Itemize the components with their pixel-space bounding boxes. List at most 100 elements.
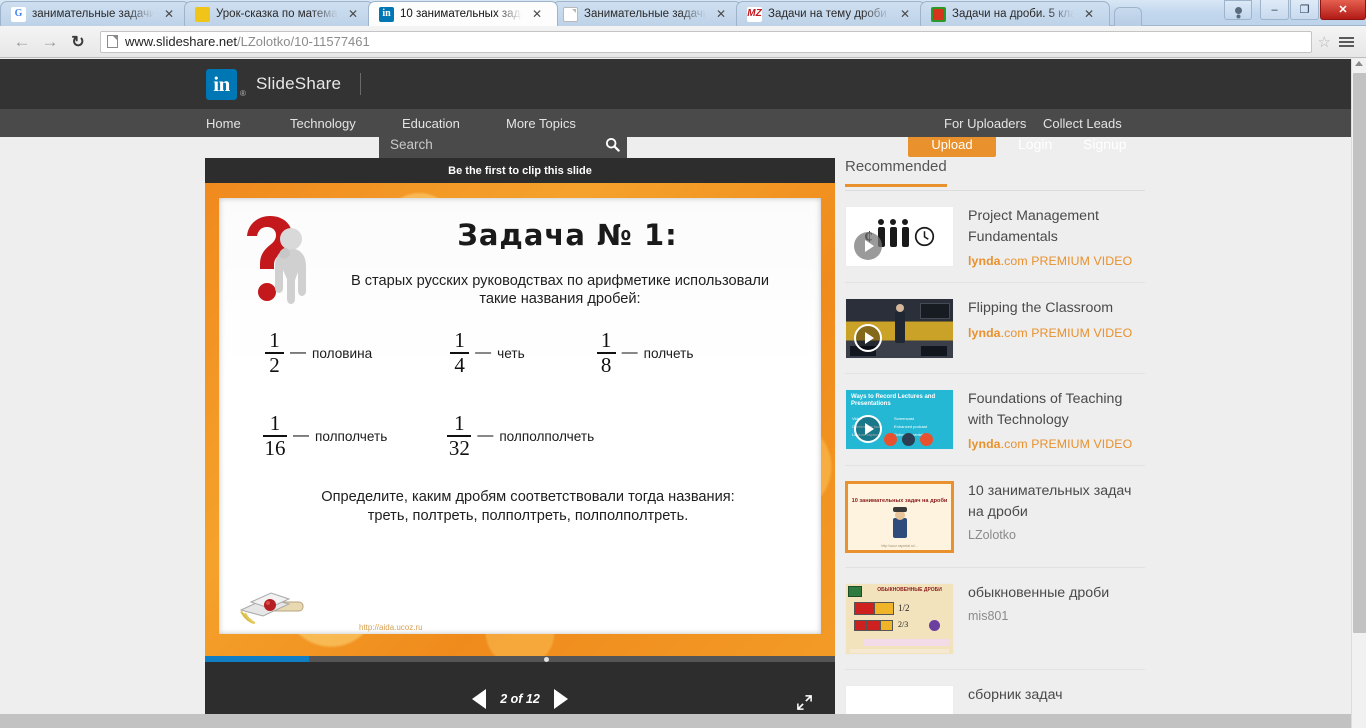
maximize-button[interactable]: ❐ xyxy=(1290,0,1319,20)
browser-tab[interactable]: Занимательные задачи п ✕ xyxy=(552,1,742,26)
list-item-title[interactable]: сборник задач xyxy=(968,685,1145,706)
fraction-denominator: 2 xyxy=(269,352,280,377)
minimize-button[interactable]: – xyxy=(1260,0,1289,20)
nav-item-technology[interactable]: Technology xyxy=(290,116,356,131)
reload-icon[interactable]: ↻ xyxy=(64,29,92,55)
fraction-name: четь xyxy=(497,345,525,361)
dash: — xyxy=(293,427,309,445)
previous-slide-icon[interactable] xyxy=(472,689,487,709)
play-icon[interactable] xyxy=(854,415,882,444)
slide-viewport[interactable]: Задача № 1: В старых русских руководства… xyxy=(205,183,835,656)
thumb-fraction: 2/3 xyxy=(898,620,909,630)
browser-tab-active[interactable]: in 10 занимательных задач ✕ xyxy=(368,1,558,26)
linkedin-logo-icon[interactable]: in xyxy=(206,69,237,100)
slide-background: Задача № 1: В старых русских руководства… xyxy=(205,183,835,656)
tab-close-icon[interactable]: ✕ xyxy=(898,7,912,21)
fraction-name: полполполчеть xyxy=(499,428,595,444)
slideshare-nav: Home Technology Education More Topics Fo… xyxy=(0,109,1351,137)
page-scrollbar[interactable] xyxy=(1351,59,1366,728)
login-link[interactable]: Login xyxy=(1018,136,1052,152)
list-item[interactable]: 10 занимательных задач на дроби http://u… xyxy=(845,466,1145,569)
list-item-title[interactable]: Foundations of Teaching with Technology xyxy=(968,389,1145,430)
play-icon[interactable] xyxy=(854,324,882,353)
back-icon[interactable]: ← xyxy=(8,29,36,55)
shield-icon xyxy=(931,6,946,22)
horizontal-scroll-area[interactable] xyxy=(0,714,1351,728)
scroll-up-icon[interactable] xyxy=(1355,61,1363,66)
list-item-title[interactable]: 10 занимательных задач на дроби xyxy=(968,481,1145,522)
window-close-button[interactable]: ✕ xyxy=(1320,0,1366,20)
thumb-headline: ОБЫКНОВЕННЫЕ ДРОБИ xyxy=(877,587,942,594)
play-icon[interactable] xyxy=(854,232,882,260)
fraction-numerator: 1 xyxy=(454,411,465,435)
search-icon[interactable] xyxy=(597,137,627,152)
list-item-title[interactable]: обыкновенные дроби xyxy=(968,583,1145,604)
mic-icon xyxy=(884,433,897,447)
list-item[interactable]: ОБЫКНОВЕННЫЕ ДРОБИ 1/2 2/3 обыкновенные … xyxy=(845,568,1145,671)
common-fractions-thumbnail[interactable]: ОБЫКНОВЕННЫЕ ДРОБИ 1/2 2/3 xyxy=(845,583,954,656)
dash: — xyxy=(475,344,492,362)
bookmark-star-icon[interactable]: ☆ xyxy=(1318,33,1331,51)
thumb-url: http://ucoz.nsportal.ru/... xyxy=(881,544,918,549)
scrollbar-thumb[interactable] xyxy=(1353,73,1366,633)
tab-close-icon[interactable]: ✕ xyxy=(1082,7,1096,21)
browser-tab[interactable]: MZ Задачи на тему дроби ма ✕ xyxy=(736,1,926,26)
fraction-denominator: 16 xyxy=(264,435,286,460)
search-input[interactable] xyxy=(379,136,597,152)
clip-slide-banner[interactable]: Be the first to clip this slide xyxy=(205,158,835,183)
nav-item-home[interactable]: Home xyxy=(206,116,241,131)
url-domain: www.slideshare.net xyxy=(125,34,237,49)
fraction: 1 4 xyxy=(450,328,470,376)
thumb-headline: 10 занимательных задач на дроби xyxy=(851,498,948,505)
nav-item-for-uploaders[interactable]: For Uploaders xyxy=(944,116,1026,131)
list-item-title[interactable]: Project Management Fundamentals xyxy=(968,206,1145,247)
list-item-author[interactable]: LZolotko xyxy=(968,528,1145,542)
slide-player: Be the first to clip this slide Задача №… xyxy=(205,158,835,728)
nav-item-collect-leads[interactable]: Collect Leads xyxy=(1043,116,1122,131)
document-icon xyxy=(563,6,578,22)
browser-tab[interactable]: G занимательные задачи н ✕ xyxy=(0,1,190,26)
address-bar[interactable]: www.slideshare.net/LZolotko/10-11577461 xyxy=(100,30,1312,53)
list-item-author[interactable]: mis801 xyxy=(968,609,1145,623)
header-divider xyxy=(360,73,361,95)
fraction-name: полчеть xyxy=(643,345,694,361)
slideshare-wordmark[interactable]: SlideShare xyxy=(256,74,341,94)
thumb-bullet: Screencast xyxy=(894,416,915,422)
signup-link[interactable]: Signup xyxy=(1083,136,1127,152)
project-management-thumbnail[interactable]: ¢ xyxy=(845,206,954,267)
chalkboard-icon xyxy=(848,586,862,598)
new-tab-button[interactable] xyxy=(1114,7,1142,26)
forward-icon[interactable]: → xyxy=(36,29,64,55)
tab-title: Занимательные задачи п xyxy=(584,8,706,20)
fraction-row-2: 1 16 — полполчеть 1 32 — полполполчеть xyxy=(219,411,821,460)
list-item-title[interactable]: Flipping the Classroom xyxy=(968,298,1145,319)
tab-close-icon[interactable]: ✕ xyxy=(346,7,360,21)
flipping-classroom-thumbnail[interactable] xyxy=(845,298,954,360)
nav-item-more-topics[interactable]: More Topics xyxy=(506,116,576,131)
lynda-suffix: .com PREMIUM VIDEO xyxy=(1000,325,1133,340)
next-slide-icon[interactable] xyxy=(553,689,568,709)
tab-close-icon[interactable]: ✕ xyxy=(162,7,176,21)
tab-recommended[interactable]: Recommended xyxy=(845,158,947,187)
slide-intro-line2: такие названия дробей: xyxy=(479,290,641,307)
fraction-numerator: 1 xyxy=(269,328,280,352)
list-item[interactable]: Flipping the Classroom lynda.com PREMIUM… xyxy=(845,283,1145,375)
browser-tab[interactable]: Задачи на дроби. 5 класс ✕ xyxy=(920,1,1110,26)
list-item[interactable]: ¢ Project Management Fundamentals lynda.… xyxy=(845,191,1145,284)
tab-close-icon[interactable]: ✕ xyxy=(714,7,728,21)
user-profile-icon[interactable] xyxy=(1224,0,1252,20)
tab-title: Задачи на тему дроби ма xyxy=(768,8,890,20)
nav-item-education[interactable]: Education xyxy=(402,116,460,131)
lynda-brand: lynda xyxy=(968,325,1001,340)
slide-footer-url: http://aida.ucoz.ru xyxy=(359,623,423,632)
thumb-fraction: 1/2 xyxy=(898,603,910,614)
menu-icon[interactable] xyxy=(1339,36,1354,47)
ways-to-record-lectures-thumbnail[interactable]: Ways to Record Lectures and Presentation… xyxy=(845,389,954,451)
tab-close-icon[interactable]: ✕ xyxy=(530,7,544,21)
10-tasks-fractions-thumbnail[interactable]: 10 занимательных задач на дроби http://u… xyxy=(845,481,954,554)
fraction-numerator: 1 xyxy=(454,328,465,352)
lynda-suffix: .com PREMIUM VIDEO xyxy=(1000,437,1133,452)
fullscreen-icon[interactable] xyxy=(796,694,813,716)
list-item[interactable]: Ways to Record Lectures and Presentation… xyxy=(845,374,1145,467)
browser-tab[interactable]: Урок-сказка по математи ✕ xyxy=(184,1,374,26)
